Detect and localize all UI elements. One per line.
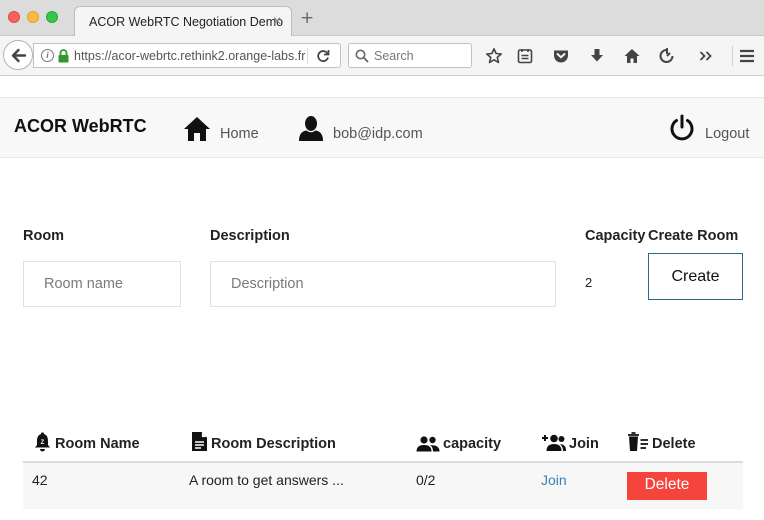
back-button[interactable]	[3, 40, 33, 70]
download-icon[interactable]	[588, 47, 606, 65]
lock-icon	[58, 49, 69, 63]
create-room-label: Create Room	[648, 228, 739, 244]
site-info-icon[interactable]: i	[41, 49, 54, 62]
new-tab-button[interactable]: +	[300, 9, 314, 27]
create-button[interactable]: Create	[648, 253, 743, 300]
app-navbar: ACOR WebRTC Home bob@idp.com Logout	[0, 97, 764, 158]
browser-tab[interactable]: ACOR WebRTC Negotiation Demo ✕	[74, 6, 292, 37]
description-label: Description	[210, 228, 290, 244]
home-icon[interactable]	[623, 47, 641, 65]
header-capacity[interactable]: capacity	[416, 424, 501, 452]
home-icon	[184, 117, 210, 141]
header-join-label: Join	[569, 436, 599, 452]
nav-logout-label: Logout	[705, 126, 750, 142]
power-icon	[670, 114, 694, 141]
header-join[interactable]: Join	[541, 424, 599, 452]
nav-home-label: Home	[220, 126, 259, 142]
row-room-name: 42	[32, 472, 48, 488]
toolbar-separator	[732, 46, 733, 66]
capacity-value[interactable]: 2	[585, 275, 592, 290]
back-arrow-icon	[11, 48, 27, 63]
browser-toolbar: i https://acor-webrtc.rethink2.orange-la…	[0, 36, 764, 76]
window-close-button[interactable]	[8, 11, 20, 23]
header-room-description[interactable]: Room Description	[191, 424, 336, 452]
header-room-name[interactable]: Z Room Name	[33, 424, 140, 452]
nav-logout-link[interactable]: Logout	[668, 110, 749, 142]
document-icon	[192, 432, 207, 451]
row-room-description: A room to get answers ...	[189, 472, 344, 488]
user-icon	[299, 116, 323, 141]
reload-icon[interactable]	[316, 49, 330, 63]
delete-trash-icon	[628, 432, 648, 451]
header-room-description-label: Room Description	[211, 436, 336, 452]
bookmark-star-icon[interactable]	[485, 47, 503, 65]
history-icon[interactable]	[658, 47, 676, 65]
row-capacity: 0/2	[416, 472, 436, 488]
url-separator	[307, 48, 308, 64]
tab-close-icon[interactable]: ✕	[272, 14, 282, 28]
join-link[interactable]: Join	[541, 472, 567, 488]
add-person-icon	[542, 434, 566, 451]
header-capacity-label: capacity	[443, 436, 502, 452]
browser-titlebar: ACOR WebRTC Negotiation Demo ✕ +	[0, 0, 764, 37]
nav-user-label: bob@idp.com	[333, 126, 423, 142]
nav-home-link[interactable]: Home	[183, 110, 259, 142]
url-text[interactable]: https://acor-webrtc.rethink2.orange-labs…	[74, 49, 306, 63]
svg-text:Z: Z	[41, 440, 45, 446]
search-bar[interactable]: Search	[348, 43, 472, 68]
search-icon	[355, 49, 369, 63]
room-name-input[interactable]	[23, 261, 181, 307]
pocket-icon[interactable]	[552, 47, 570, 65]
hamburger-menu-icon[interactable]	[738, 47, 756, 65]
header-room-name-label: Room Name	[55, 436, 140, 452]
capacity-label: Capacity	[585, 228, 646, 244]
overflow-chevrons-icon[interactable]	[697, 47, 715, 65]
group-icon	[416, 436, 440, 452]
url-bar[interactable]: i https://acor-webrtc.rethink2.orange-la…	[33, 43, 341, 68]
window-minimize-button[interactable]	[27, 11, 39, 23]
description-input[interactable]	[210, 261, 556, 307]
room-bell-icon: Z	[35, 432, 50, 452]
tab-title: ACOR WebRTC Negotiation Demo	[89, 15, 284, 29]
reading-list-icon[interactable]	[516, 47, 534, 65]
brand-title[interactable]: ACOR WebRTC	[14, 116, 147, 137]
search-placeholder: Search	[374, 49, 414, 63]
header-delete-label: Delete	[652, 436, 696, 452]
nav-user-link[interactable]: bob@idp.com	[298, 110, 423, 142]
delete-button[interactable]: Delete	[627, 472, 707, 500]
room-label: Room	[23, 228, 65, 244]
header-delete[interactable]: Delete	[627, 424, 696, 452]
window-maximize-button[interactable]	[46, 11, 58, 23]
